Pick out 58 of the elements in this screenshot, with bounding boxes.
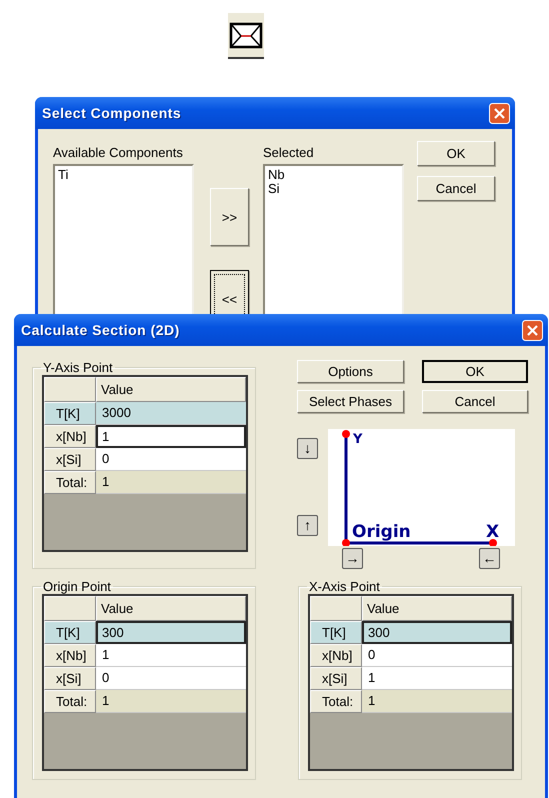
- value-cell[interactable]: 0: [96, 667, 246, 690]
- group-title: X-Axis Point: [308, 579, 381, 594]
- column-header[interactable]: Value: [96, 596, 246, 621]
- value-cell[interactable]: 3000: [96, 402, 246, 425]
- dialog-button[interactable]: Cancel: [417, 176, 495, 201]
- value-cell[interactable]: 300: [96, 621, 246, 644]
- row-header[interactable]: x[Nb]: [310, 644, 362, 667]
- close-icon[interactable]: [522, 320, 543, 340]
- arrow-button[interactable]: ↓: [297, 438, 318, 459]
- list-item[interactable]: Si: [268, 182, 399, 196]
- dialog-button[interactable]: Select Phases: [297, 390, 404, 413]
- axis-label: Origin: [352, 522, 411, 542]
- corner-cell: [44, 596, 96, 621]
- list-label: Available Components: [53, 145, 184, 161]
- row-header[interactable]: Total:: [44, 471, 96, 494]
- column-header[interactable]: Value: [96, 377, 246, 402]
- list-item[interactable]: Nb: [268, 168, 399, 182]
- row-header[interactable]: Total:: [310, 690, 362, 713]
- arrow-button[interactable]: →: [342, 548, 363, 569]
- column-header[interactable]: Value: [362, 596, 512, 621]
- dialog-button[interactable]: Cancel: [422, 390, 528, 413]
- value-cell[interactable]: 1: [96, 425, 246, 448]
- corner-cell: [310, 596, 362, 621]
- arrow-button[interactable]: ←: [479, 548, 500, 569]
- row-header[interactable]: x[Si]: [44, 667, 96, 690]
- value-cell[interactable]: 1: [362, 667, 512, 690]
- corner-cell: [44, 377, 96, 402]
- row-header[interactable]: x[Nb]: [44, 425, 96, 448]
- list-item[interactable]: Ti: [58, 168, 189, 182]
- envelope-icon: [229, 20, 263, 50]
- dialog-button[interactable]: OK: [422, 360, 528, 383]
- total-cell: 1: [362, 690, 512, 713]
- arrow-button[interactable]: ↑: [297, 515, 318, 536]
- window-title: Calculate Section (2D): [21, 322, 180, 338]
- group-title: Y-Axis Point: [42, 360, 114, 375]
- total-cell: 1: [96, 690, 246, 713]
- window-title: Select Components: [42, 105, 182, 121]
- row-header[interactable]: x[Si]: [44, 448, 96, 471]
- value-cell[interactable]: 1: [96, 644, 246, 667]
- total-cell: 1: [96, 471, 246, 494]
- row-header[interactable]: T[K]: [44, 402, 96, 425]
- value-cell[interactable]: 0: [362, 644, 512, 667]
- row-header[interactable]: x[Nb]: [44, 644, 96, 667]
- group-title: Origin Point: [42, 579, 112, 594]
- list-label: Selected: [263, 145, 315, 161]
- row-header[interactable]: T[K]: [310, 621, 362, 644]
- move-button[interactable]: >>: [210, 188, 249, 246]
- mail-button[interactable]: [228, 13, 264, 59]
- row-header[interactable]: x[Si]: [310, 667, 362, 690]
- value-cell[interactable]: 0: [96, 448, 246, 471]
- close-icon[interactable]: [489, 102, 510, 124]
- dialog-button[interactable]: OK: [417, 141, 495, 166]
- value-cell[interactable]: 300: [362, 621, 512, 644]
- row-header[interactable]: Total:: [44, 690, 96, 713]
- axis-label: X: [486, 522, 500, 542]
- row-header[interactable]: T[K]: [44, 621, 96, 644]
- axis-label: Y: [353, 432, 362, 447]
- dialog-button[interactable]: Options: [297, 360, 404, 383]
